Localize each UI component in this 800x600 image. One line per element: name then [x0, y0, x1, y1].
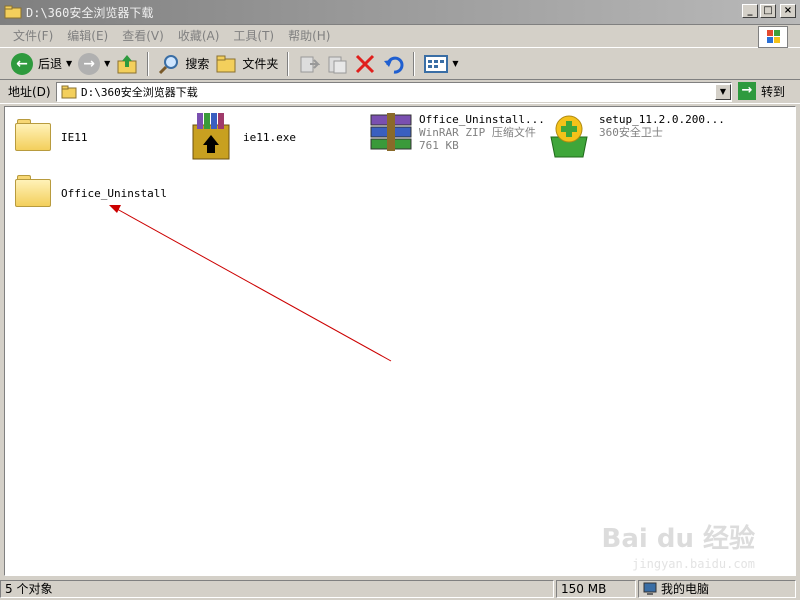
search-icon	[159, 54, 179, 74]
go-button[interactable]: → 转到	[738, 82, 785, 100]
file-name: Office_Uninstall...	[419, 113, 545, 126]
file-name: Office_Uninstall	[61, 187, 167, 200]
watermark-logo: Bai du 经验	[601, 524, 756, 554]
address-input[interactable]: D:\360安全浏览器下载 ▼	[56, 82, 732, 102]
folder-icon	[15, 117, 53, 151]
file-item[interactable]: setup_11.2.0.200... 360安全卫士	[545, 113, 725, 159]
file-item[interactable]: IE11	[15, 117, 88, 151]
status-bar: 5 个对象 150 MB 我的电脑	[0, 577, 800, 600]
go-label: 转到	[761, 84, 786, 99]
back-arrow-icon: ←	[11, 52, 33, 75]
menu-view[interactable]: 查看(V)	[115, 27, 171, 44]
file-type: WinRAR ZIP 压缩文件	[419, 126, 536, 139]
back-button[interactable]: ← 后退 ▼	[8, 50, 75, 78]
address-label: 地址(D)	[8, 85, 51, 99]
folders-icon	[216, 55, 236, 72]
file-type: 360安全卫士	[599, 126, 663, 139]
status-count: 5 个对象	[0, 579, 554, 598]
computer-icon	[643, 582, 657, 595]
file-name: setup_11.2.0.200...	[599, 113, 725, 126]
chevron-down-icon[interactable]: ▼	[104, 59, 110, 68]
folders-label: 文件夹	[242, 57, 279, 71]
file-size: 761 KB	[419, 139, 459, 152]
views-icon	[424, 54, 449, 73]
menu-tools[interactable]: 工具(T)	[226, 27, 281, 44]
views-button[interactable]: ▼	[421, 50, 461, 78]
copy-to-button[interactable]	[323, 50, 351, 78]
menu-help[interactable]: 帮助(H)	[281, 27, 337, 44]
close-button[interactable]: ×	[780, 4, 796, 18]
up-folder-icon	[117, 54, 137, 73]
delete-icon	[356, 54, 375, 73]
folder-icon	[61, 85, 77, 99]
winrar-archive-icon	[370, 113, 412, 151]
status-location-panel: 我的电脑	[638, 579, 796, 598]
status-location: 我的电脑	[661, 582, 710, 596]
search-label: 搜索	[185, 57, 210, 71]
up-folder-button[interactable]	[113, 50, 141, 78]
back-label: 后退	[38, 57, 63, 71]
installer-box-icon	[192, 113, 230, 160]
file-name: ie11.exe	[243, 131, 296, 144]
minimize-button[interactable]: _	[742, 4, 758, 18]
undo-button[interactable]	[379, 50, 407, 78]
toolbar-separator	[147, 51, 150, 76]
360-security-icon	[550, 115, 588, 158]
address-dropdown-button[interactable]: ▼	[715, 84, 731, 100]
folders-button[interactable]: 文件夹	[212, 50, 281, 78]
folder-icon	[4, 5, 22, 19]
windows-logo-icon	[758, 26, 788, 48]
file-name: IE11	[61, 131, 88, 144]
go-arrow-icon: →	[738, 82, 756, 100]
address-value[interactable]: D:\360安全浏览器下载	[81, 84, 198, 100]
toolbar-separator	[287, 51, 290, 76]
forward-arrow-icon: →	[78, 52, 101, 75]
file-item[interactable]: Office_Uninstall... WinRAR ZIP 压缩文件 761 …	[369, 113, 545, 153]
menu-favorites[interactable]: 收藏(A)	[171, 27, 227, 44]
watermark-url: jingyan.baidu.com	[632, 557, 755, 571]
undo-icon	[384, 56, 404, 74]
file-item[interactable]: ie11.exe	[189, 111, 296, 161]
maximize-button[interactable]: □	[760, 4, 776, 18]
copy-to-icon	[328, 56, 347, 73]
title-bar: D:\360安全浏览器下载 _ □ ×	[0, 0, 800, 24]
search-button[interactable]: 搜索	[155, 50, 212, 78]
move-to-icon	[300, 56, 321, 72]
move-to-button[interactable]	[295, 50, 323, 78]
chevron-down-icon[interactable]: ▼	[452, 59, 458, 68]
chevron-down-icon[interactable]: ▼	[66, 59, 72, 68]
delete-button[interactable]	[351, 50, 379, 78]
status-size: 150 MB	[556, 579, 636, 598]
window-title: D:\360安全浏览器下载	[26, 5, 154, 20]
toolbar-separator	[413, 51, 416, 76]
folder-icon	[15, 173, 53, 207]
menu-bar: 文件(F) 编辑(E) 查看(V) 收藏(A) 工具(T) 帮助(H)	[0, 24, 800, 48]
forward-button[interactable]: → ▼	[75, 50, 113, 78]
file-item[interactable]: Office_Uninstall	[15, 173, 167, 207]
menu-file[interactable]: 文件(F)	[6, 27, 60, 44]
menu-edit[interactable]: 编辑(E)	[60, 27, 115, 44]
file-list: IE11 ie11.exe Office_Uninstall... WinRAR…	[4, 106, 796, 576]
address-bar: 地址(D) D:\360安全浏览器下载 ▼ → 转到	[0, 80, 800, 104]
toolbar: ← 后退 ▼ → ▼ 搜索 文件夹 ▼	[0, 48, 800, 80]
